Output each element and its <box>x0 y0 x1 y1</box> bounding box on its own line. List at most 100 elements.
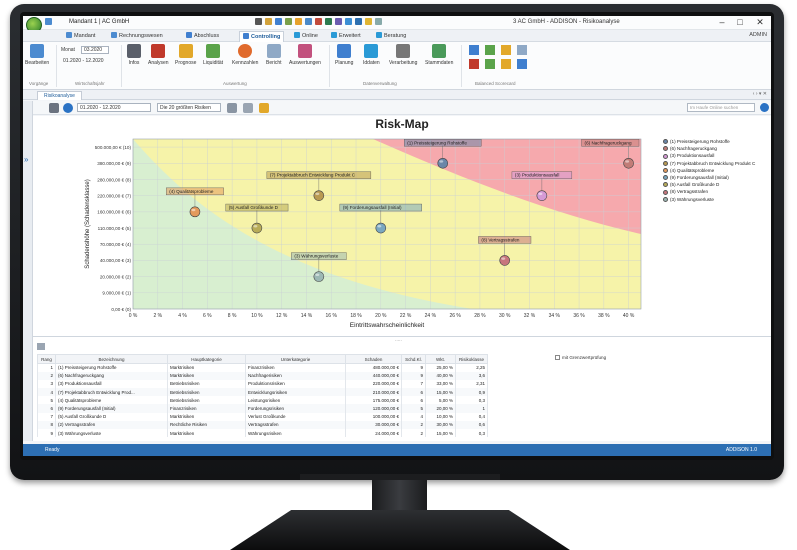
monat-field[interactable]: 03.2020 <box>81 46 109 54</box>
bericht-button[interactable]: Bericht <box>266 44 282 66</box>
kennzahlen-button[interactable]: Kennzahlen <box>232 44 258 66</box>
minimize-button[interactable]: – <box>713 16 731 29</box>
tab-erweitert[interactable]: Erweitert <box>328 31 364 42</box>
tab-nav-arrows[interactable]: ‹ › ▾ ✕ <box>753 91 767 97</box>
table-cell: 4 <box>401 412 426 421</box>
prognose-button[interactable]: Prognose <box>175 44 196 66</box>
export-icon[interactable] <box>259 103 269 113</box>
qa-folder-icon[interactable] <box>265 18 272 25</box>
qa-calc-icon[interactable] <box>275 18 282 25</box>
table-cell: 4 <box>37 388 56 397</box>
tab-abschluss[interactable]: Abschluss <box>183 31 222 42</box>
qa-pdf-icon[interactable] <box>315 18 322 25</box>
tab-label: Erweitert <box>339 33 361 39</box>
period-select[interactable]: 01.2020 - 12.2020 <box>77 103 151 112</box>
close-button[interactable]: ✕ <box>751 16 769 29</box>
print-icon[interactable] <box>49 103 59 113</box>
user-admin[interactable]: ADMIN <box>749 32 767 38</box>
table-cell: Währungsrisiken <box>245 429 346 438</box>
qa-home-icon[interactable] <box>255 18 262 25</box>
table-row[interactable]: 1 (1) Preissteigerung Rohstoffe Marktrisik… <box>37 363 488 372</box>
filter-select[interactable]: Die 20 größten Risiken <box>157 103 221 112</box>
qa-doc-icon[interactable] <box>285 18 292 25</box>
qa-settings-icon[interactable] <box>355 18 362 25</box>
table-row[interactable]: 3 (3) Produktionsausfall Betriebsrisiken Pr… <box>37 379 488 389</box>
tab-online[interactable]: Online <box>291 31 321 42</box>
balanced-scorecard-icons <box>469 45 527 69</box>
table-cell: (2) Vertragsstrafen <box>55 420 168 429</box>
table-cell: (3) Produktionsausfall <box>55 379 168 389</box>
liquiditaet-button[interactable]: Liquidität <box>203 44 223 66</box>
column-header[interactable]: Wkt. <box>425 354 456 364</box>
table-row[interactable]: 7 (5) Ausfall Großkunde D Marktrisiken Verl… <box>37 412 488 421</box>
bsc-grid-icon[interactable] <box>485 59 495 69</box>
table-row[interactable]: 5 (4) Qualitätsprobleme Betriebsrisiken Lei… <box>37 396 488 405</box>
column-header[interactable]: Schaden <box>345 354 402 364</box>
table-header-row: Rang Bezeichnung Hauptkategorie Unterkatego… <box>37 354 488 364</box>
legend-dot-icon <box>663 189 668 195</box>
qa-excel-icon[interactable] <box>325 18 332 25</box>
online-search-input[interactable]: Im Haufe Online suchen <box>687 103 755 112</box>
qa-more-icon[interactable] <box>375 18 382 25</box>
search-icon[interactable] <box>760 103 769 112</box>
infos-button[interactable]: Infos <box>127 44 141 66</box>
splitter-grip[interactable]: ..... <box>395 337 402 343</box>
liquiditaet-label: Liquidität <box>203 60 224 66</box>
table-grid-icon[interactable] <box>37 343 45 350</box>
column-header[interactable]: Unterkategorie <box>245 354 346 364</box>
table-row[interactable]: 8 (2) Vertragsstrafen Rechtliche Risiken Ve… <box>37 420 488 429</box>
qa-help-icon[interactable] <box>365 18 372 25</box>
bsc-list-icon[interactable] <box>501 59 511 69</box>
mandant-icon[interactable] <box>45 18 52 25</box>
tools-icon[interactable] <box>243 103 253 113</box>
ribbon-separator <box>121 45 122 87</box>
table-cell: Rechtliche Risiken <box>167 420 246 429</box>
refresh-icon[interactable] <box>63 103 73 113</box>
qa-star-icon[interactable] <box>295 18 302 25</box>
column-header[interactable]: Schd.Kl. <box>401 354 426 364</box>
expand-panel-icon[interactable]: » <box>24 155 28 164</box>
bsc-tree-icon[interactable] <box>517 45 527 55</box>
grenzwert-checkbox[interactable]: mit Grenzwertprüfung <box>555 355 606 360</box>
stammdaten-button[interactable]: Stammdaten <box>425 44 453 66</box>
bsc-table-icon[interactable] <box>469 59 479 69</box>
column-header[interactable]: Hauptkategorie <box>167 354 246 364</box>
qa-grid-icon[interactable] <box>305 18 312 25</box>
bsc-chart-icon[interactable] <box>469 45 479 55</box>
column-header[interactable]: Bezeichnung <box>55 354 168 364</box>
table-cell: Betriebsrisiken <box>167 396 246 405</box>
planung-button[interactable]: Planung <box>335 44 353 66</box>
x-tick-label: 28 % <box>474 313 486 319</box>
tab-controlling[interactable]: Controlling <box>239 31 285 42</box>
verarbeitung-button[interactable]: Verarbeitung <box>389 44 417 66</box>
bsc-person-icon[interactable] <box>501 45 511 55</box>
column-header[interactable]: Risikoklasse <box>455 354 488 364</box>
column-header[interactable]: Rang <box>37 354 56 364</box>
qa-print-icon[interactable] <box>345 18 352 25</box>
table-cell: 6 <box>37 404 56 413</box>
auswertungen-button[interactable]: Auswertungen <box>289 44 321 66</box>
legend-dot-icon <box>663 182 668 188</box>
maximize-button[interactable]: □ <box>731 16 749 29</box>
checkbox-label: mit Grenzwertprüfung <box>562 355 607 360</box>
table-row[interactable]: 6 (9) Forderungsausfall (Initial) Finanzri… <box>37 404 488 413</box>
tab-beratung[interactable]: Beratung <box>373 31 409 42</box>
bsc-bar-icon[interactable] <box>485 45 495 55</box>
bsc-sheet-icon[interactable] <box>517 59 527 69</box>
table-row[interactable]: 9 (3) Währungsverluste Marktrisiken Währung… <box>37 429 488 438</box>
table-row[interactable]: 4 (7) Projektabbruch Entwicklung Prod... B… <box>37 388 488 397</box>
tab-rechnungswesen[interactable]: Rechnungswesen <box>108 31 166 42</box>
bearbeiten-button[interactable]: Bearbeiten <box>25 44 49 66</box>
iddaten-button[interactable]: Iddaten <box>363 44 380 66</box>
tab-mandant[interactable]: Mandant <box>63 31 98 42</box>
checkbox-box[interactable] <box>555 355 560 360</box>
table-cell: 120.000,00 € <box>345 404 402 413</box>
data-point-highlight <box>253 225 258 228</box>
qa-mail-icon[interactable] <box>335 18 342 25</box>
grid-view-icon[interactable] <box>227 103 237 113</box>
group-vorgaenge: Vorgänge <box>29 81 49 86</box>
tab-risikoanalyse[interactable]: Risikoanalyse <box>37 91 82 100</box>
table-row[interactable]: 2 (6) Nachfrageruckgang Marktrisiken Nachfr… <box>37 371 488 380</box>
analysen-button[interactable]: Analysen <box>148 44 169 66</box>
left-collapse-strip[interactable]: » <box>23 101 33 441</box>
